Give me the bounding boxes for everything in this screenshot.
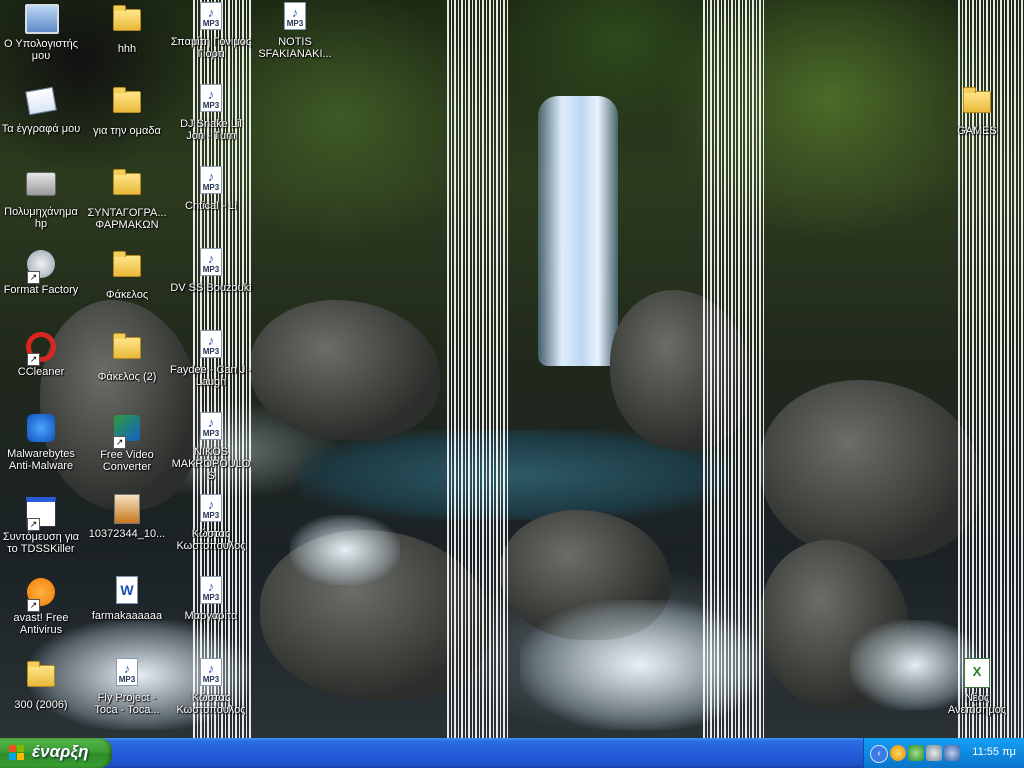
mp3-file-icon: ♪ MP3 [195, 412, 227, 444]
folder-team[interactable]: για την ομαδα [86, 84, 168, 137]
word-document[interactable]: W farmakaaaaaa [86, 576, 168, 622]
mp3-file[interactable]: ♪ MP3 Μαργαρίτα [170, 576, 252, 622]
printer-icon [25, 172, 57, 204]
free-video-converter-shortcut[interactable]: Free Video Converter [86, 412, 168, 473]
mp3-file-icon: ♪ MP3 [195, 84, 227, 116]
wallpaper-rock [760, 380, 980, 560]
folder-icon [111, 169, 143, 205]
malwarebytes-shortcut[interactable]: Malwarebytes Anti-Malware [0, 412, 82, 472]
mp3-file[interactable]: ♪ MP3 DV SS Bouzouki [170, 248, 252, 294]
mp3-file[interactable]: ♪ MP3 Σπαμίτη Γονίμος Γιορτι [170, 2, 252, 60]
folder-icon [111, 5, 143, 41]
mp3-file[interactable]: ♪ MP3 Κώστας Κωστοπουλος [170, 658, 252, 716]
ccleaner-icon [25, 332, 57, 366]
documents-icon [25, 86, 57, 121]
mp3-file-icon: ♪ MP3 [195, 494, 227, 526]
mp3-file[interactable]: ♪ MP3 Κώστας Κωστοπουλος [170, 494, 252, 552]
ccleaner-shortcut[interactable]: CCleaner [0, 330, 82, 378]
folder-prescriptions[interactable]: ΣΥΝΤΑΓΟΓΡΑ... ΦΑΡΜΑΚΩΝ [86, 166, 168, 231]
my-computer-shortcut[interactable]: Ο Υπολογιστής μου [0, 2, 82, 62]
mp3-file-icon: ♪ MP3 [195, 576, 227, 608]
wallpaper-foam [290, 515, 400, 585]
word-document-icon: W [111, 576, 143, 608]
computer-icon [25, 4, 59, 36]
show-hidden-icons-button[interactable]: ‹ [870, 745, 888, 763]
avast-shortcut[interactable]: avast! Free Antivirus [0, 576, 82, 636]
folder-hhh[interactable]: hhh [86, 2, 168, 55]
mp3-file-icon: ♪ MP3 [195, 658, 227, 690]
taskbar: έναρξη ‹ 11:55 πμ [0, 738, 1024, 768]
malwarebytes-icon [25, 414, 57, 446]
image-file[interactable]: 10372344_10... [86, 494, 168, 540]
folder-icon [111, 87, 143, 123]
format-factory-shortcut[interactable]: Format Factory [0, 248, 82, 296]
volume-tray-icon[interactable] [944, 745, 960, 761]
excel-file[interactable]: X Νέος Ανεπίσημος [936, 658, 1018, 716]
folder-300[interactable]: 300 (2006) [0, 658, 82, 711]
folder-icon [111, 333, 143, 369]
mp3-file-icon: ♪ MP3 [195, 248, 227, 280]
clock[interactable]: 11:55 πμ [972, 746, 1016, 758]
desktop[interactable]: Ο Υπολογιστής μου Τα έγγραφά μου Πολυμηχ… [0, 0, 1024, 738]
folder-icon [961, 87, 993, 123]
mp3-file[interactable]: ♪ MP3 Faydee - Can J - Laugh [170, 330, 252, 388]
mp3-file-icon: ♪ MP3 [195, 330, 227, 362]
mp3-notis-sfakianakis[interactable]: ♪ MP3 NOTIS SFAKIANAKI... [254, 2, 336, 60]
spreadsheet-icon: X [961, 658, 993, 690]
folder-icon [25, 661, 57, 697]
avast-tray-icon[interactable] [890, 745, 906, 761]
start-label: έναρξη [32, 742, 89, 761]
mp3-file-icon: ♪ MP3 [279, 2, 311, 34]
folder-new[interactable]: Φάκελος [86, 248, 168, 301]
glitch-strip [447, 0, 509, 738]
hp-tray-icon[interactable] [926, 745, 942, 761]
image-file-icon [111, 494, 143, 526]
avast-icon [25, 578, 57, 612]
video-converter-icon [111, 415, 143, 449]
glitch-strip [703, 0, 765, 738]
folder-icon [111, 251, 143, 287]
format-factory-icon [25, 250, 57, 284]
folder-games[interactable]: GAMES [936, 84, 1018, 137]
folder-new-2[interactable]: Φάκελος (2) [86, 330, 168, 383]
application-window-icon [25, 497, 57, 531]
mp3-file-icon: ♪ MP3 [195, 2, 227, 34]
wallpaper-waterfall [538, 96, 618, 366]
mp3-file[interactable]: ♪ MP3 DJ Snake Lil Jon - Turn [170, 84, 252, 142]
my-documents-shortcut[interactable]: Τα έγγραφά μου [0, 84, 82, 135]
mp3-file-icon: ♪ MP3 [195, 166, 227, 198]
start-button[interactable]: έναρξη [0, 738, 112, 768]
mp3-file[interactable]: ♪ MP3 NIKOS MAKROPOULOS [170, 412, 252, 482]
windows-logo-icon [9, 745, 25, 761]
mp3-fly-project[interactable]: ♪ MP3 Fly Project - Toca - Toca... [86, 658, 168, 716]
wallpaper-rock [250, 300, 440, 440]
mp3-file[interactable]: ♪ MP3 Critical - Li [170, 166, 252, 212]
mp3-file-icon: ♪ MP3 [111, 658, 143, 690]
tdsskiller-shortcut[interactable]: Συντόμευση για το TDSSKiller [0, 494, 82, 555]
network-tray-icon[interactable] [908, 745, 924, 761]
printer-hp-shortcut[interactable]: Πολυμηχάνημα hp [0, 166, 82, 230]
system-tray: ‹ 11:55 πμ [863, 738, 1024, 768]
